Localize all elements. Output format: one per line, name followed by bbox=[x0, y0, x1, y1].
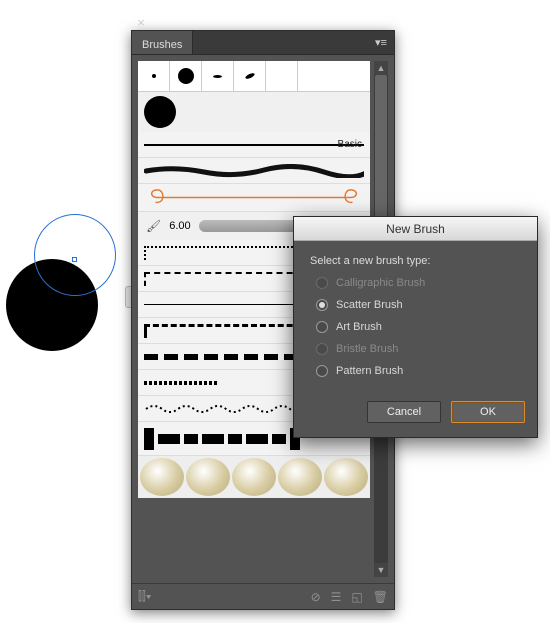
texture-thumb[interactable] bbox=[140, 458, 184, 496]
selected-brush-preview[interactable] bbox=[138, 92, 370, 132]
radio-label: Calligraphic Brush bbox=[336, 277, 425, 289]
radio-art-brush[interactable]: Art Brush bbox=[316, 321, 521, 333]
brush-texture-thumbs[interactable] bbox=[138, 456, 370, 498]
bristle-size-value: 6.00 bbox=[169, 220, 190, 232]
radio-label: Art Brush bbox=[336, 321, 382, 333]
panel-header: Brushes ▾≡ bbox=[132, 31, 394, 55]
texture-thumb[interactable] bbox=[186, 458, 230, 496]
options-icon[interactable]: ☰ bbox=[331, 590, 342, 604]
radio-label: Bristle Brush bbox=[336, 343, 398, 355]
radio-indicator bbox=[316, 277, 328, 289]
preset-dot-small[interactable] bbox=[138, 61, 170, 91]
scroll-up-icon[interactable]: ▲ bbox=[374, 61, 388, 75]
remove-stroke-icon[interactable]: ⊘ bbox=[311, 590, 321, 604]
brush-type-radio-group: Calligraphic Brush Scatter Brush Art Brush… bbox=[310, 277, 521, 377]
radio-label: Scatter Brush bbox=[336, 299, 403, 311]
bristle-icon: 🖌 bbox=[146, 219, 161, 233]
new-brush-icon[interactable]: ◱ bbox=[351, 590, 362, 604]
delete-icon[interactable]: 🗑 bbox=[373, 590, 388, 604]
radio-indicator[interactable] bbox=[316, 365, 328, 377]
brush-decorative-orange[interactable] bbox=[138, 184, 370, 212]
panel-menu-button[interactable]: ▾≡ bbox=[368, 31, 394, 54]
radio-indicator[interactable] bbox=[316, 299, 328, 311]
brush-basic-label: Basic bbox=[338, 139, 362, 150]
texture-thumb[interactable] bbox=[232, 458, 276, 496]
dialog-buttons: Cancel OK bbox=[294, 387, 537, 437]
orange-swirl-icon bbox=[144, 184, 364, 211]
panel-close-button[interactable]: × bbox=[132, 13, 150, 31]
dialog-prompt: Select a new brush type: bbox=[310, 255, 521, 267]
radio-indicator[interactable] bbox=[316, 321, 328, 333]
texture-thumb[interactable] bbox=[278, 458, 322, 496]
dialog-body: Select a new brush type: Calligraphic Br… bbox=[294, 241, 537, 387]
radio-bristle-brush: Bristle Brush bbox=[316, 343, 521, 355]
charcoal-stroke-icon bbox=[144, 164, 364, 178]
preset-oval-thin[interactable] bbox=[202, 61, 234, 91]
brush-basic[interactable]: Basic bbox=[138, 132, 370, 158]
radio-label: Pattern Brush bbox=[336, 365, 403, 377]
panel-tab-brushes[interactable]: Brushes bbox=[132, 31, 193, 54]
dialog-title-text: New Brush bbox=[386, 222, 445, 236]
panel-footer: ⫿⫿▾ ⊘ ☰ ◱ 🗑 bbox=[132, 583, 394, 609]
ok-button[interactable]: OK bbox=[451, 401, 525, 423]
preset-oval-angled[interactable] bbox=[234, 61, 266, 91]
texture-thumb[interactable] bbox=[324, 458, 368, 496]
libraries-icon[interactable]: ⫿⫿▾ bbox=[138, 589, 152, 604]
selection-outline[interactable] bbox=[34, 214, 116, 296]
preset-empty[interactable] bbox=[266, 61, 298, 91]
radio-scatter-brush[interactable]: Scatter Brush bbox=[316, 299, 521, 311]
new-brush-dialog: New Brush Select a new brush type: Calli… bbox=[293, 216, 538, 438]
dialog-title: New Brush bbox=[294, 217, 537, 241]
radio-pattern-brush[interactable]: Pattern Brush bbox=[316, 365, 521, 377]
preset-row-shapes bbox=[138, 61, 370, 92]
anchor-point[interactable] bbox=[72, 257, 77, 262]
menu-icon: ▾≡ bbox=[375, 36, 387, 49]
preset-dot-large[interactable] bbox=[170, 61, 202, 91]
radio-calligraphic-brush: Calligraphic Brush bbox=[316, 277, 521, 289]
scroll-down-icon[interactable]: ▼ bbox=[374, 563, 388, 577]
cancel-button[interactable]: Cancel bbox=[367, 401, 441, 423]
brush-charcoal[interactable] bbox=[138, 158, 370, 184]
radio-indicator bbox=[316, 343, 328, 355]
